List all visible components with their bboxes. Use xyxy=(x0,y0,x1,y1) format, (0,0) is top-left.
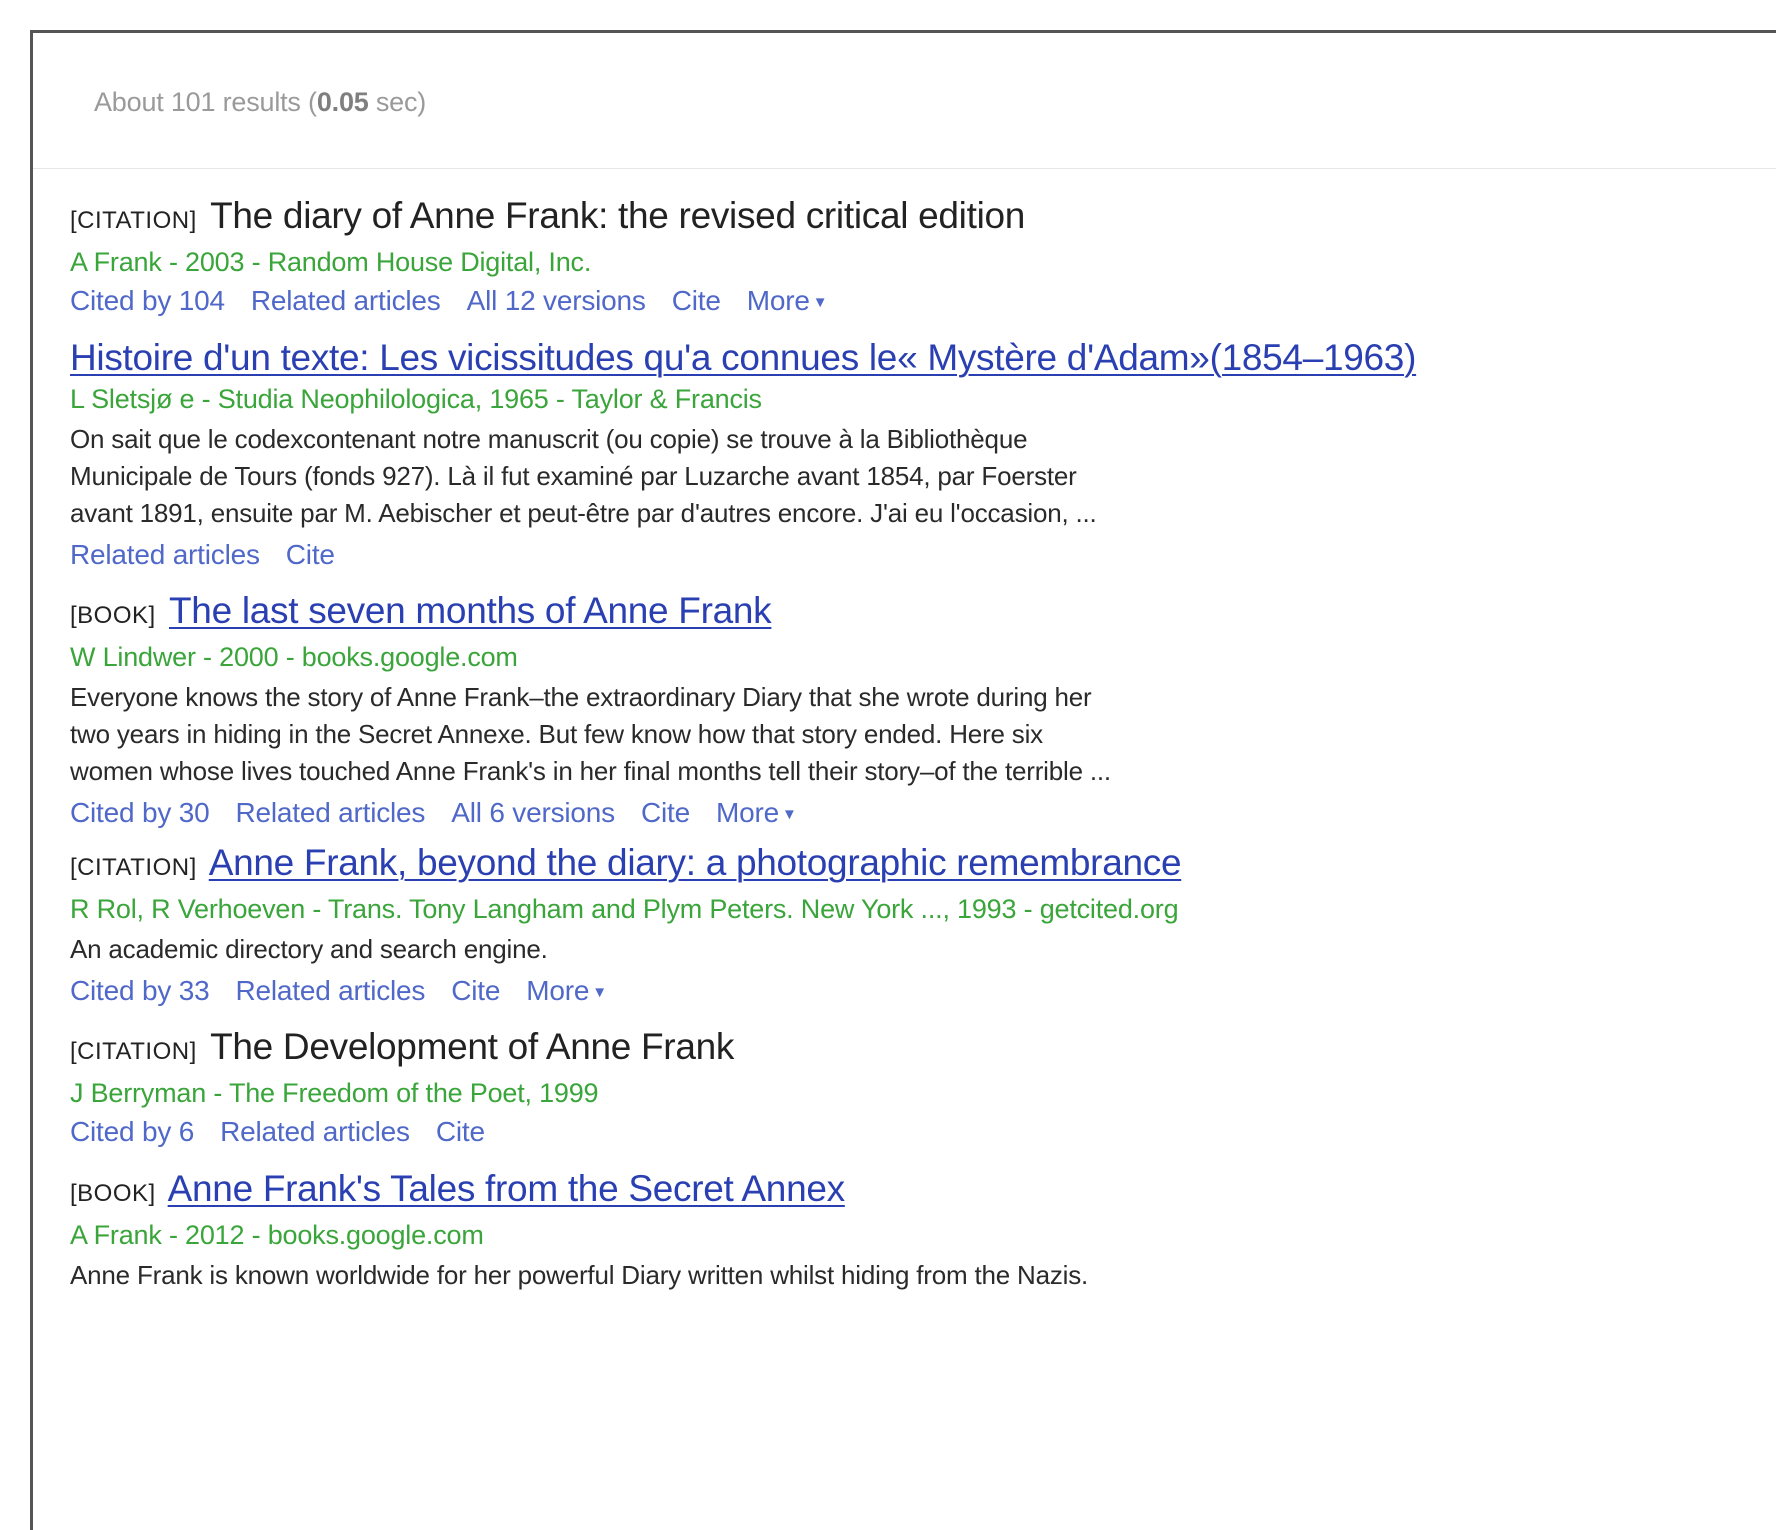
result-actions: Cited by 30 Related articles All 6 version… xyxy=(70,796,1670,832)
result-title-row: [CITATION] Anne Frank, beyond the diary:… xyxy=(70,842,1670,889)
result-actions: Related articles Cite xyxy=(70,538,1670,572)
snippet-line: Municipale de Tours (fonds 927). Là il f… xyxy=(70,461,1077,491)
stats-suffix: sec) xyxy=(368,87,427,117)
result-authors: J Berryman - The Freedom of the Poet, 19… xyxy=(70,1078,599,1108)
result-title-row: [CITATION] The diary of Anne Frank: the … xyxy=(70,195,1670,242)
caret-down-icon: ▼ xyxy=(812,293,828,311)
search-result: [CITATION] The Development of Anne Frank… xyxy=(70,1026,1670,1149)
result-title-link[interactable]: The last seven months of Anne Frank xyxy=(169,590,772,631)
cited-by-link[interactable]: Cited by 6 xyxy=(70,1116,194,1147)
cite-link[interactable]: Cite xyxy=(451,975,500,1006)
related-articles-link[interactable]: Related articles xyxy=(235,797,425,828)
cite-link[interactable]: Cite xyxy=(641,797,690,828)
result-title-row: [CITATION] The Development of Anne Frank xyxy=(70,1026,1670,1073)
search-result: Histoire d'un texte: Les vicissitudes qu… xyxy=(70,337,1670,572)
search-result: [BOOK] The last seven months of Anne Fra… xyxy=(70,590,1670,832)
result-snippet: Everyone knows the story of Anne Frank–t… xyxy=(70,679,1390,790)
result-snippet: An academic directory and search engine. xyxy=(70,931,1390,968)
more-label: More xyxy=(746,285,810,316)
result-authors: A Frank - 2012 - books.google.com xyxy=(70,1220,484,1250)
result-type-label: [BOOK] xyxy=(70,1180,156,1207)
result-type-label: [CITATION] xyxy=(70,854,197,881)
result-actions: Cited by 33 Related articles Cite More ▼ xyxy=(70,974,1670,1010)
result-type-label: [CITATION] xyxy=(70,207,197,234)
result-authors: W Lindwer - 2000 - books.google.com xyxy=(70,642,518,672)
result-stats: About 101 results (0.05 sec) xyxy=(94,87,426,118)
result-title-link[interactable]: Histoire d'un texte: Les vicissitudes qu… xyxy=(70,337,1416,378)
more-menu[interactable]: More ▼ xyxy=(747,285,828,316)
caret-down-icon: ▼ xyxy=(592,983,607,1001)
more-menu[interactable]: More ▼ xyxy=(526,975,607,1006)
result-title-row: [BOOK] Anne Frank's Tales from the Secre… xyxy=(70,1168,1670,1215)
cite-link[interactable]: Cite xyxy=(286,539,335,570)
cited-by-link[interactable]: Cited by 104 xyxy=(70,285,225,316)
snippet-line: two years in hiding in the Secret Annexe… xyxy=(70,719,1043,749)
snippet-line: Everyone knows the story of Anne Frank–t… xyxy=(70,682,1092,712)
result-snippet: Anne Frank is known worldwide for her po… xyxy=(70,1257,1390,1294)
result-title: The diary of Anne Frank: the revised cri… xyxy=(210,195,1026,236)
result-authors: R Rol, R Verhoeven - Trans. Tony Langham… xyxy=(70,894,1179,924)
caret-down-icon: ▼ xyxy=(781,805,797,823)
snippet-line: An academic directory and search engine. xyxy=(70,934,548,964)
related-articles-link[interactable]: Related articles xyxy=(220,1116,410,1147)
result-actions: Cited by 6 Related articles Cite xyxy=(70,1115,1670,1149)
snippet-line: On sait que le codexcontenant notre manu… xyxy=(70,424,1028,454)
snippet-line: Anne Frank is known worldwide for her po… xyxy=(70,1260,1089,1290)
related-articles-link[interactable]: Related articles xyxy=(235,975,425,1006)
result-authors: A Frank - 2003 - Random House Digital, I… xyxy=(70,247,592,277)
cited-by-link[interactable]: Cited by 30 xyxy=(70,797,210,828)
related-articles-link[interactable]: Related articles xyxy=(70,539,260,570)
result-authors: L Sletsjø e - Studia Neophilologica, 196… xyxy=(70,384,762,414)
related-articles-link[interactable]: Related articles xyxy=(251,285,441,316)
search-result: [CITATION] The diary of Anne Frank: the … xyxy=(70,195,1670,320)
cite-link[interactable]: Cite xyxy=(672,285,721,316)
all-versions-link[interactable]: All 6 versions xyxy=(451,797,615,828)
search-result: [BOOK] Anne Frank's Tales from the Secre… xyxy=(70,1168,1670,1294)
more-label: More xyxy=(715,797,779,828)
result-snippet: On sait que le codexcontenant notre manu… xyxy=(70,421,1390,532)
stats-prefix: About 101 results ( xyxy=(94,87,317,117)
stats-time: 0.05 xyxy=(316,87,369,117)
snippet-line: women whose lives touched Anne Frank's i… xyxy=(70,756,1111,786)
result-title-link[interactable]: Anne Frank, beyond the diary: a photogra… xyxy=(209,842,1182,883)
all-versions-link[interactable]: All 12 versions xyxy=(467,285,646,316)
result-title-row: Histoire d'un texte: Les vicissitudes qu… xyxy=(70,337,1670,379)
search-result: [CITATION] Anne Frank, beyond the diary:… xyxy=(70,842,1670,1010)
more-label: More xyxy=(526,975,590,1006)
result-actions: Cited by 104 Related articles All 12 versi… xyxy=(70,284,1670,320)
cite-link[interactable]: Cite xyxy=(436,1116,485,1147)
result-title-link[interactable]: Anne Frank's Tales from the Secret Annex xyxy=(168,1168,845,1209)
cited-by-link[interactable]: Cited by 33 xyxy=(70,975,210,1006)
snippet-line: avant 1891, ensuite par M. Aebischer et … xyxy=(70,498,1097,528)
result-type-label: [CITATION] xyxy=(70,1038,197,1065)
result-title: The Development of Anne Frank xyxy=(210,1026,735,1067)
result-title-row: [BOOK] The last seven months of Anne Fra… xyxy=(70,590,1670,637)
result-type-label: [BOOK] xyxy=(70,602,156,629)
more-menu[interactable]: More ▼ xyxy=(716,797,797,828)
